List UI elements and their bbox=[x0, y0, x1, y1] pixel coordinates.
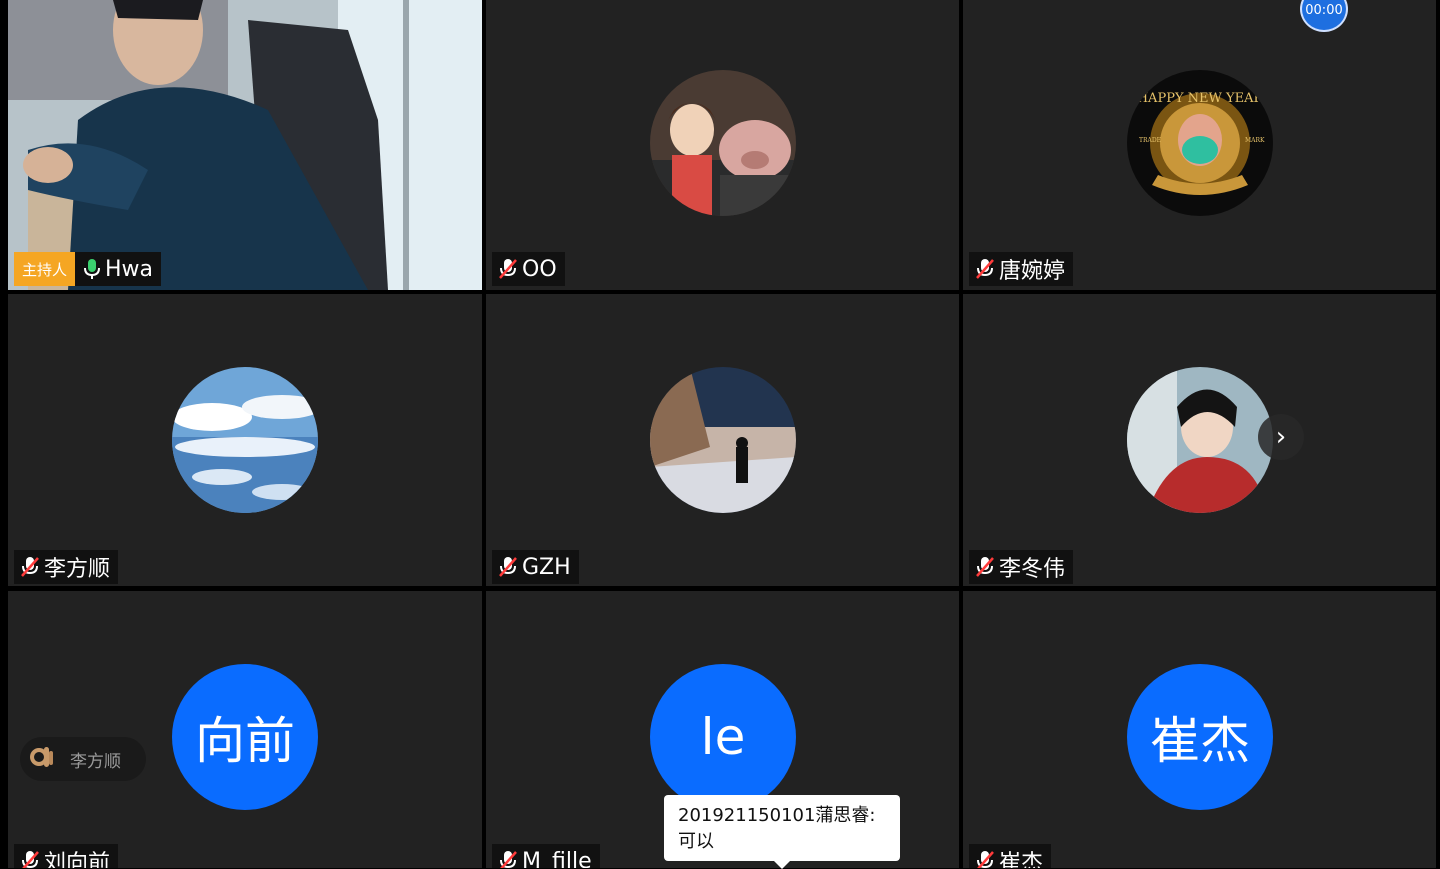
participant-name: GZH bbox=[522, 554, 571, 580]
participant-name: M_fille bbox=[522, 848, 592, 869]
avatar bbox=[172, 367, 318, 513]
video-tile-hwa[interactable]: 主持人 Hwa bbox=[8, 0, 482, 290]
name-tag: 刘向前 bbox=[14, 844, 119, 868]
svg-text:HAPPY NEW YEAR: HAPPY NEW YEAR bbox=[1137, 91, 1265, 106]
chat-message: 可以 bbox=[678, 831, 714, 852]
video-tile-tangwanting[interactable]: HAPPY NEW YEAR TRADE MARK 唐婉婷 bbox=[963, 0, 1436, 290]
participant-name: 唐婉婷 bbox=[999, 259, 1066, 284]
mic-muted-icon bbox=[975, 258, 995, 280]
reaction-sender: 李方顺 bbox=[70, 751, 121, 772]
participant-name: 李方顺 bbox=[44, 557, 111, 582]
video-tile-lifangshun[interactable]: 李方顺 bbox=[8, 294, 482, 586]
mic-muted-icon bbox=[498, 556, 518, 578]
mic-muted-icon bbox=[975, 850, 995, 868]
avatar-initials: le bbox=[650, 664, 796, 810]
video-tile-lidongwei[interactable]: 李冬伟 bbox=[963, 294, 1436, 586]
chat-popup[interactable]: 201921150101蒲思睿: 可以 bbox=[664, 795, 900, 869]
name-tag: 李冬伟 bbox=[969, 550, 1074, 584]
mic-muted-icon bbox=[498, 258, 518, 280]
reaction-toast: 李方顺 bbox=[20, 737, 146, 781]
avatar bbox=[1127, 367, 1273, 513]
avatar-initials: 向前 bbox=[172, 664, 318, 810]
next-page-button[interactable]: › bbox=[1258, 414, 1304, 460]
participant-name: OO bbox=[522, 256, 557, 282]
mic-on-icon bbox=[83, 258, 101, 280]
name-tag: GZH bbox=[492, 550, 579, 584]
avatar bbox=[650, 367, 796, 513]
participant-name: Hwa bbox=[105, 256, 154, 282]
chat-sender: 201921150101蒲思睿: bbox=[678, 805, 876, 826]
avatar-initials: 崔杰 bbox=[1127, 664, 1273, 810]
name-tag: 崔杰 bbox=[969, 844, 1052, 868]
name-tag: M_fille bbox=[492, 844, 600, 868]
mic-muted-icon bbox=[975, 556, 995, 578]
participant-name: 刘向前 bbox=[44, 851, 111, 868]
name-tag: 主持人 Hwa bbox=[14, 252, 162, 286]
avatar: HAPPY NEW YEAR TRADE MARK bbox=[1127, 70, 1273, 216]
video-tile-gzh[interactable]: GZH bbox=[486, 294, 959, 586]
camera-video bbox=[8, 0, 482, 290]
video-tile-oo[interactable]: OO bbox=[486, 0, 959, 290]
name-tag: OO bbox=[492, 252, 565, 286]
avatar bbox=[650, 70, 796, 216]
mic-muted-icon bbox=[20, 850, 40, 868]
ok-hand-icon bbox=[28, 743, 56, 776]
svg-text:MARK: MARK bbox=[1245, 137, 1265, 144]
mic-muted-icon bbox=[498, 850, 518, 868]
video-tile-liuxiangqian[interactable]: 向前 刘向前 bbox=[8, 591, 482, 868]
svg-text:TRADE: TRADE bbox=[1139, 137, 1161, 144]
mic-muted-icon bbox=[20, 556, 40, 578]
video-tile-cuijie[interactable]: 崔杰 崔杰 bbox=[963, 591, 1436, 868]
name-tag: 唐婉婷 bbox=[969, 252, 1074, 286]
host-badge: 主持人 bbox=[14, 252, 76, 286]
chevron-right-icon: › bbox=[1275, 422, 1287, 452]
participant-name: 李冬伟 bbox=[999, 557, 1066, 582]
participant-name: 崔杰 bbox=[999, 851, 1044, 868]
name-tag: 李方顺 bbox=[14, 550, 119, 584]
